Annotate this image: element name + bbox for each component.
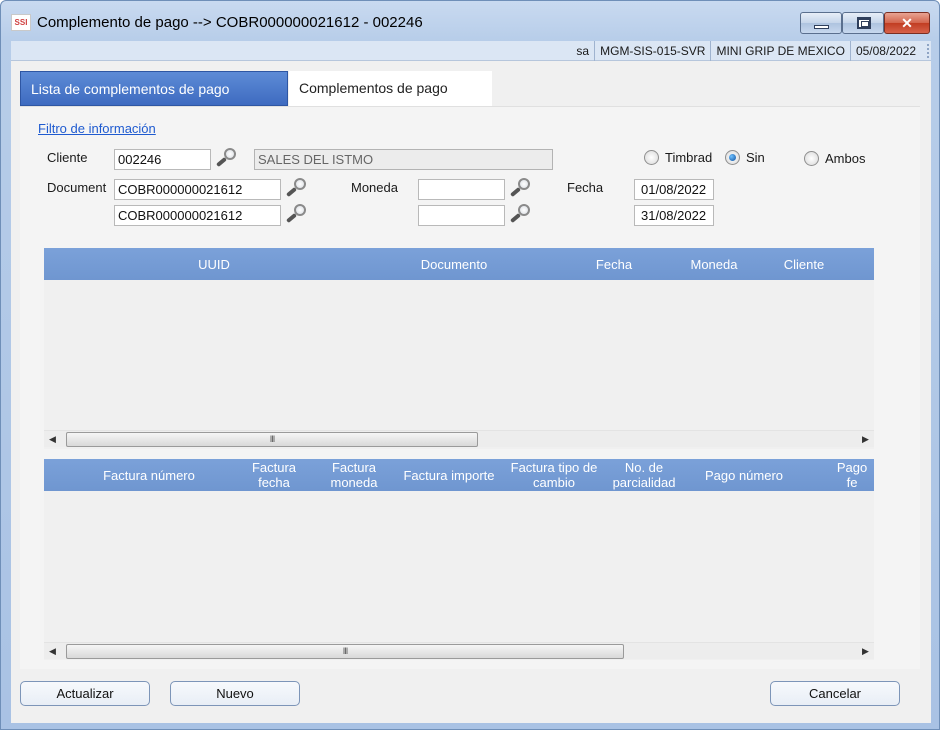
col-factura-moneda[interactable]: Factura moneda [324, 459, 384, 491]
filter-link[interactable]: Filtro de información [38, 121, 156, 136]
scroll-right-icon[interactable]: ▶ [857, 431, 874, 448]
window-title: Complemento de pago --> COBR000000021612… [37, 14, 423, 31]
maximize-icon [857, 17, 871, 29]
facturas-grid[interactable]: Factura número Factura fecha Factura mon… [44, 459, 874, 660]
moneda-to-field[interactable] [418, 205, 505, 226]
facturas-grid-hscroll[interactable]: ◀ III ▶ [44, 642, 874, 659]
complementos-grid-hscroll[interactable]: ◀ III ▶ [44, 430, 874, 447]
col-factura-numero[interactable]: Factura número [84, 459, 214, 491]
fecha-from-field[interactable]: 01/08/2022 [634, 179, 714, 200]
radio-sin[interactable]: Sin [725, 147, 765, 167]
radio-timbrado[interactable]: Timbrad [644, 147, 712, 167]
cliente-label: Cliente [47, 150, 88, 165]
col-fecha[interactable]: Fecha [579, 248, 649, 280]
main-content: Lista de complementos de pago Complement… [11, 61, 931, 723]
scroll-thumb[interactable]: III [66, 644, 624, 659]
app-window: SSI Complemento de pago --> COBR00000002… [0, 0, 940, 730]
radio-ambos-indicator [804, 150, 819, 166]
document-from-lookup-button[interactable] [284, 177, 311, 201]
close-icon: ✕ [901, 15, 913, 31]
scroll-left-icon[interactable]: ◀ [44, 643, 61, 660]
minimize-icon [814, 25, 829, 29]
minimize-button[interactable] [800, 12, 842, 34]
cancelar-button[interactable]: Cancelar [770, 681, 900, 706]
title-bar[interactable]: SSI Complemento de pago --> COBR00000002… [1, 1, 939, 41]
radio-timbrado-indicator [644, 149, 659, 165]
tab-complementos-pago[interactable]: Complementos de pago [289, 71, 492, 106]
col-pago-numero[interactable]: Pago número [694, 459, 794, 491]
col-factura-importe[interactable]: Factura importe [394, 459, 504, 491]
radio-timbrado-label: Timbrad [665, 149, 713, 165]
fecha-to-field[interactable]: 31/08/2022 [634, 205, 714, 226]
col-cliente[interactable]: Cliente [769, 248, 839, 280]
cliente-code-field[interactable]: 002246 [114, 149, 211, 170]
col-documento[interactable]: Documento [404, 248, 504, 280]
radio-sin-label: Sin [746, 149, 765, 165]
col-no-parcialidad[interactable]: No. de parcialidad [609, 459, 679, 491]
fecha-label: Fecha [567, 180, 604, 195]
close-button[interactable]: ✕ [884, 12, 930, 34]
nuevo-button[interactable]: Nuevo [170, 681, 300, 706]
col-factura-tipo-cambio[interactable]: Factura tipo de cambio [504, 459, 604, 491]
complementos-grid-header: UUID Documento Fecha Moneda Cliente [44, 248, 874, 280]
status-user: sa [576, 44, 590, 58]
moneda-from-field[interactable] [418, 179, 505, 200]
moneda-label: Moneda [351, 180, 398, 195]
facturas-grid-header: Factura número Factura fecha Factura mon… [44, 459, 874, 491]
document-from-field[interactable]: COBR000000021612 [114, 179, 281, 200]
radio-ambos[interactable]: Ambos [804, 148, 865, 168]
document-to-field[interactable]: COBR000000021612 [114, 205, 281, 226]
tab-lista-complementos[interactable]: Lista de complementos de pago [20, 71, 288, 106]
col-moneda[interactable]: Moneda [679, 248, 749, 280]
actualizar-button[interactable]: Actualizar [20, 681, 150, 706]
complementos-grid[interactable]: UUID Documento Fecha Moneda Cliente ◀ II… [44, 248, 874, 449]
col-pago-fecha[interactable]: Pago fe [819, 459, 874, 491]
col-uuid[interactable]: UUID [134, 248, 294, 280]
app-icon: SSI [11, 14, 31, 31]
status-date: 05/08/2022 [849, 41, 921, 61]
status-company: MINI GRIP DE MEXICO [710, 41, 849, 61]
resize-grip-icon[interactable] [927, 44, 931, 58]
scroll-right-icon[interactable]: ▶ [857, 643, 874, 660]
cliente-lookup-button[interactable] [214, 147, 241, 171]
moneda-to-lookup-button[interactable] [508, 203, 535, 227]
status-bar: sa MGM-SIS-015-SVR MINI GRIP DE MEXICO 0… [11, 41, 931, 61]
document-label: Document [47, 180, 107, 195]
scroll-thumb[interactable]: III [66, 432, 478, 447]
moneda-from-lookup-button[interactable] [508, 177, 535, 201]
cliente-name-field: SALES DEL ISTMO [254, 149, 553, 170]
scroll-left-icon[interactable]: ◀ [44, 431, 61, 448]
document-to-lookup-button[interactable] [284, 203, 311, 227]
radio-sin-indicator [725, 149, 740, 165]
status-server: MGM-SIS-015-SVR [594, 41, 710, 61]
maximize-button[interactable] [842, 12, 884, 34]
col-factura-fecha[interactable]: Factura fecha [244, 459, 304, 491]
tab-panel: Filtro de información Cliente 002246 SAL… [20, 106, 920, 669]
radio-ambos-label: Ambos [825, 150, 866, 166]
